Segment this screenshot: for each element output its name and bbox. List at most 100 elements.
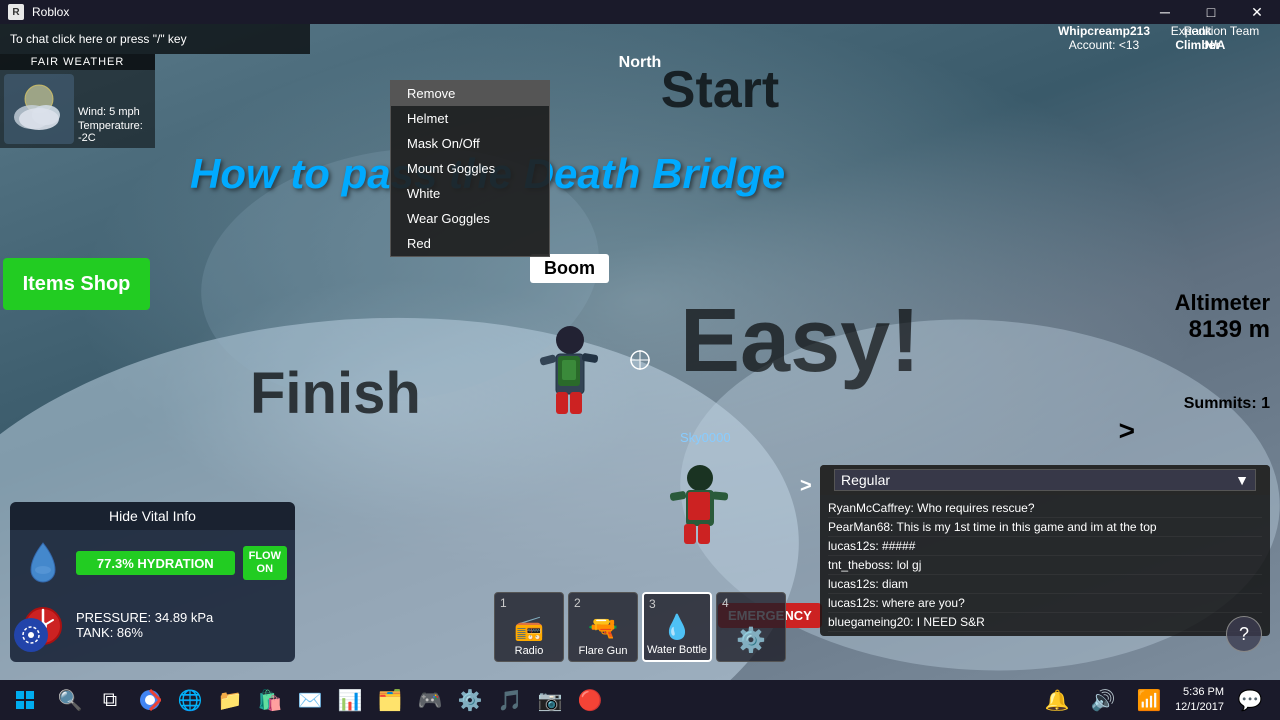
title-bar: R Roblox ─ □ ✕ (0, 0, 1280, 24)
crosshair (628, 348, 652, 372)
hotbar-slot-4[interactable]: 4 ⚙️ (716, 592, 786, 662)
player-label: Sky0000 (680, 430, 731, 445)
hotbar-slot-3[interactable]: 3 💧 Water Bottle (642, 592, 712, 662)
radio-icon: 📻 (514, 614, 544, 643)
chat-expand-arrow[interactable]: > (800, 475, 812, 498)
windows-start-button[interactable] (0, 680, 50, 720)
pressure-value: PRESSURE: 34.89 kPa (76, 610, 213, 625)
other-player-character (660, 450, 740, 565)
expedition-label: Expedition Team (1150, 24, 1280, 38)
slot-label-1: Radio (515, 645, 544, 657)
flow-indicator: FLOW ON (243, 546, 287, 580)
profile-info: Whipcreamp213 Account: <13 (1058, 24, 1150, 52)
app7-icon[interactable]: 📊 (330, 680, 370, 720)
store-icon[interactable]: 🛍️ (250, 680, 290, 720)
expedition-value: N/A (1150, 38, 1280, 52)
title-bar-left: R Roblox (0, 4, 69, 20)
weather-icon (4, 74, 74, 144)
taskbar-right: 🔔 🔊 📶 5:36 PM 12/1/2017 💬 (1037, 680, 1280, 720)
slot-number-3: 3 (649, 597, 656, 611)
network-icon[interactable]: 📶 (1129, 680, 1169, 720)
menu-remove[interactable]: Remove (391, 81, 549, 106)
slot-number-2: 2 (574, 596, 581, 610)
action-center-icon[interactable]: 💬 (1230, 680, 1270, 720)
app-title: Roblox (32, 5, 69, 19)
task-view-icon[interactable]: ⧉ (90, 680, 130, 720)
app11-icon[interactable]: 🎵 (490, 680, 530, 720)
edge-icon[interactable]: 🌐 (170, 680, 210, 720)
water-icon (18, 538, 68, 588)
arrow-right-icon: > (1119, 415, 1135, 447)
slot-number-4: 4 (722, 596, 729, 610)
chat-header: Regular ▼ (820, 465, 1270, 495)
menu-white[interactable]: White (391, 181, 549, 206)
app13-icon[interactable]: 🔴 (570, 680, 610, 720)
chat-mode-select[interactable]: Regular ▼ (834, 469, 1256, 491)
vital-header[interactable]: Hide Vital Info (10, 502, 295, 530)
settings-button[interactable] (14, 618, 48, 652)
expedition-info: Expedition Team N/A (1150, 24, 1280, 52)
hydration-bar: 77.3% HYDRATION (76, 551, 235, 575)
chat-message: RyanMcCaffrey: Who requires rescue? (828, 499, 1262, 518)
app8-icon[interactable]: 🗂️ (370, 680, 410, 720)
clock-time: 5:36 PM (1175, 685, 1224, 700)
player-character (530, 310, 610, 435)
slot-4-icon: ⚙️ (736, 626, 766, 655)
tank-value: TANK: 86% (76, 625, 213, 640)
tutorial-text: How to pass the Death Bridge (190, 150, 1260, 198)
app10-icon[interactable]: ⚙️ (450, 680, 490, 720)
chat-message: PearMan68: This is my 1st time in this g… (828, 518, 1262, 537)
slot-label-2: Flare Gun (579, 645, 628, 657)
mail-icon[interactable]: ✉️ (290, 680, 330, 720)
chat-message: tnt_theboss: lol gj (828, 556, 1262, 575)
hotbar-slot-1[interactable]: 1 📻 Radio (494, 592, 564, 662)
chat-bar[interactable]: To chat click here or press "/" key (0, 24, 310, 54)
altimeter-title: Altimeter (1175, 290, 1270, 316)
chat-dropdown-icon: ▼ (1235, 472, 1249, 488)
vital-info-panel: Hide Vital Info 77.3% HYDRATION FLOW ON (10, 502, 295, 662)
menu-wear-goggles[interactable]: Wear Goggles (391, 206, 549, 231)
flare-gun-icon: 🔫 (588, 614, 618, 643)
wind-stat: Wind: 5 mph (78, 106, 151, 118)
compass: North (619, 54, 662, 72)
taskbar: 🔍 ⧉ 🌐 📁 🛍️ ✉️ 📊 🗂️ 🎮 ⚙️ 🎵 📷 🔴 🔔 🔊 📶 5:36… (0, 680, 1280, 720)
boom-label: Boom (530, 254, 609, 283)
altimeter-value: 8139 m (1175, 316, 1270, 344)
chat-message: lucas12s: diam (828, 575, 1262, 594)
menu-mask-toggle[interactable]: Mask On/Off (391, 131, 549, 156)
folder-icon[interactable]: 📁 (210, 680, 250, 720)
search-icon[interactable]: 🔍 (50, 680, 90, 720)
items-shop-button[interactable]: Items Shop (3, 258, 150, 310)
help-button[interactable]: ? (1226, 616, 1262, 652)
volume-icon[interactable]: 🔊 (1083, 680, 1123, 720)
roblox-taskbar-icon[interactable]: 🎮 (410, 680, 450, 720)
menu-helmet[interactable]: Helmet (391, 106, 549, 131)
minimize-button[interactable]: ─ (1142, 0, 1188, 24)
weather-panel: FAIR WEATHER Wind: 5 mph Temperature: -2… (0, 54, 155, 148)
chat-message: bluegameing20: I NEED S&R (828, 613, 1262, 632)
pressure-section: PRESSURE: 34.89 kPa TANK: 86% (10, 596, 295, 654)
maximize-button[interactable]: □ (1188, 0, 1234, 24)
summits-info: Summits: 1 (1184, 395, 1270, 413)
weather-header: FAIR WEATHER (0, 54, 155, 70)
slot-number-1: 1 (500, 596, 507, 610)
menu-mount-goggles[interactable]: Mount Goggles (391, 156, 549, 181)
roblox-logo: R (8, 4, 24, 20)
title-bar-controls: ─ □ ✕ (1142, 0, 1280, 24)
chat-placeholder: To chat click here or press "/" key (10, 32, 187, 46)
menu-red[interactable]: Red (391, 231, 549, 256)
pressure-stats: PRESSURE: 34.89 kPa TANK: 86% (76, 610, 213, 640)
notifications-icon[interactable]: 🔔 (1037, 680, 1077, 720)
vital-content: 77.3% HYDRATION FLOW ON (10, 530, 295, 596)
hotbar-slot-2[interactable]: 2 🔫 Flare Gun (568, 592, 638, 662)
chat-messages: RyanMcCaffrey: Who requires rescue?PearM… (820, 495, 1270, 636)
close-button[interactable]: ✕ (1234, 0, 1280, 24)
start-label: Start (661, 60, 779, 120)
context-menu: Remove Helmet Mask On/Off Mount Goggles … (390, 80, 550, 257)
altimeter-panel: Altimeter 8139 m (1175, 290, 1270, 344)
system-clock: 5:36 PM 12/1/2017 (1175, 685, 1224, 716)
app12-icon[interactable]: 📷 (530, 680, 570, 720)
weather-stats: Wind: 5 mph Temperature: -2C (78, 74, 151, 144)
username: Whipcreamp213 (1058, 24, 1150, 38)
chrome-icon[interactable] (130, 680, 170, 720)
